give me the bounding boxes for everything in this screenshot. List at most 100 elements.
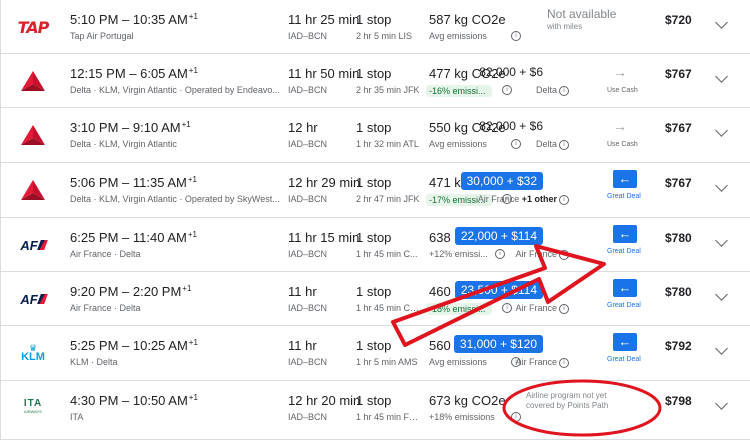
program-name: Air France [515, 249, 557, 259]
stop-count: 1 stop [356, 284, 392, 299]
times-text: 9:20 PM – 2:20 PM [70, 284, 182, 299]
emissions-label: Avg emissions [429, 31, 487, 41]
airline-names: Air France · Delta [70, 249, 141, 259]
flight-row[interactable]: ITA AIRWAYS 4:30 PM – 10:50 AM+1 ITA 12 hr 2… [1, 381, 750, 440]
airline-names: Air France · Delta [70, 303, 141, 313]
flight-row[interactable]: 5:06 PM – 11:35 AM+1 Delta · KLM, Virgin … [1, 163, 750, 218]
flight-route: IAD–BCN [288, 303, 328, 313]
flight-price: $767 [665, 121, 692, 135]
info-icon[interactable]: i [502, 303, 512, 313]
chevron-down-icon[interactable] [715, 70, 728, 83]
info-icon[interactable]: i [559, 194, 569, 205]
chevron-down-icon[interactable] [715, 288, 728, 301]
times-text: 5:10 PM – 10:35 AM [70, 12, 188, 27]
flight-row[interactable]: 3:10 PM – 9:10 AM+1 Delta · KLM, Virgin A… [1, 108, 750, 163]
flight-row[interactable]: ♛ KLM 5:25 PM – 10:25 AM+1 KLM · Delta 11 hr… [1, 326, 750, 381]
flight-price: $720 [665, 13, 692, 27]
info-icon[interactable]: i [511, 31, 521, 41]
chevron-down-icon[interactable] [715, 342, 728, 355]
great-deal-button[interactable]: ← [613, 279, 637, 297]
flight-row[interactable]: 12:15 PM – 6:05 AM+1 Delta · KLM, Virgin … [1, 54, 750, 108]
flight-route: IAD–BCN [288, 357, 328, 367]
info-icon[interactable]: i [502, 85, 512, 95]
award-program: Air France +1 other i [478, 194, 569, 205]
program-name: Air France [477, 194, 520, 204]
stop-count: 1 stop [356, 12, 392, 27]
layover-detail: 2 hr 5 min LIS [356, 31, 413, 41]
flight-duration: 12 hr [288, 120, 318, 135]
flight-duration: 11 hr [288, 284, 317, 299]
program-not-covered-note: Airline program not yet covered by Points… [526, 391, 608, 411]
info-icon[interactable]: i [511, 412, 521, 422]
airline-names: KLM · Delta [70, 357, 118, 367]
emissions-label: Avg emissions [429, 139, 487, 149]
stop-count: 1 stop [356, 175, 392, 190]
use-cash-label[interactable]: Use Cash [607, 87, 638, 94]
info-icon[interactable]: i [559, 249, 569, 260]
chevron-down-icon[interactable] [715, 124, 728, 137]
use-cash-label[interactable]: Use Cash [607, 141, 638, 148]
flight-price: $792 [665, 339, 692, 353]
day-offset: +1 [188, 66, 198, 75]
miles-price[interactable]: 31,000 + $120 [453, 335, 543, 353]
flight-route: IAD–BCN [288, 249, 328, 259]
flight-row[interactable]: AF 9:20 PM – 2:20 PM+1 Air France · Delta 1… [1, 272, 750, 326]
flight-duration: 11 hr [288, 338, 317, 353]
great-deal-label[interactable]: Great Deal [607, 356, 641, 363]
chevron-down-icon[interactable] [715, 16, 728, 29]
note-line-2: covered by Points Path [526, 401, 609, 410]
great-deal-label[interactable]: Great Deal [607, 248, 641, 255]
flight-route: IAD–BCN [288, 412, 328, 422]
airline-names: Delta · KLM, Virgin Atlantic [70, 139, 177, 149]
great-deal-button[interactable]: ← [613, 225, 637, 243]
miles-price[interactable]: 22,000 + $114 [454, 227, 543, 245]
flight-duration: 11 hr 25 min [288, 12, 360, 27]
airline-names: Delta · KLM, Virgin Atlantic · Operated … [70, 85, 280, 95]
emissions-text: +18% emissions [429, 412, 495, 422]
flight-times: 5:06 PM – 11:35 AM+1 [70, 175, 197, 190]
co2-amount: 587 kg CO2e [429, 12, 506, 27]
emissions-label: -18% emissi... [426, 303, 492, 315]
info-icon[interactable]: i [559, 303, 569, 314]
layover-detail: 2 hr 47 min JFK [356, 194, 420, 204]
flight-duration: 12 hr 29 min [288, 175, 361, 190]
times-text: 3:10 PM – 9:10 AM [70, 120, 181, 135]
right-arrow-icon[interactable]: → [613, 118, 627, 134]
miles-price: 82,000 + $6 [479, 65, 543, 79]
emissions-label: +12% emissi... [429, 249, 488, 259]
great-deal-label[interactable]: Great Deal [607, 193, 641, 200]
info-icon[interactable]: i [495, 249, 505, 259]
great-deal-button[interactable]: ← [613, 170, 637, 188]
emissions-text: -18% emissi... [429, 304, 486, 314]
emissions-text: Avg emissions [429, 139, 487, 149]
flight-times: 6:25 PM – 11:40 AM+1 [70, 230, 197, 245]
flight-times: 4:30 PM – 10:50 AM+1 [70, 393, 198, 408]
day-offset: +1 [188, 12, 198, 21]
info-icon[interactable]: i [559, 357, 569, 368]
chevron-down-icon[interactable] [715, 234, 728, 247]
miles-price[interactable]: 30,000 + $32 [460, 172, 543, 190]
stop-count: 1 stop [356, 338, 392, 353]
flight-row[interactable]: TAP 5:10 PM – 10:35 AM+1 Tap Air Portugal 1… [1, 0, 750, 54]
miles-price[interactable]: 23,500 + $114 [454, 281, 543, 299]
info-icon[interactable]: i [511, 139, 521, 149]
layover-detail: 1 hr 45 min FCO [356, 412, 421, 422]
info-icon[interactable]: i [559, 85, 569, 96]
flight-row[interactable]: AF 6:25 PM – 11:40 AM+1 Air France · Delta… [1, 218, 750, 272]
klm-logo: ♛ KLM [21, 343, 45, 363]
not-available-text: Not available [547, 7, 617, 21]
award-program: Air France i [515, 357, 569, 368]
chevron-down-icon[interactable] [715, 179, 728, 192]
times-text: 12:15 PM – 6:05 AM [70, 66, 188, 81]
times-text: 6:25 PM – 11:40 AM [70, 230, 187, 245]
right-arrow-icon[interactable]: → [613, 64, 627, 80]
great-deal-label[interactable]: Great Deal [607, 302, 641, 309]
info-icon[interactable]: i [559, 139, 569, 150]
not-available-note: Not available with miles [547, 7, 617, 32]
stop-count: 1 stop [356, 393, 392, 408]
emissions-text: -16% emissi... [429, 86, 486, 96]
chevron-down-icon[interactable] [715, 397, 728, 410]
flight-price: $798 [665, 394, 692, 408]
air-france-logo: AF [15, 286, 51, 312]
great-deal-button[interactable]: ← [613, 333, 637, 351]
